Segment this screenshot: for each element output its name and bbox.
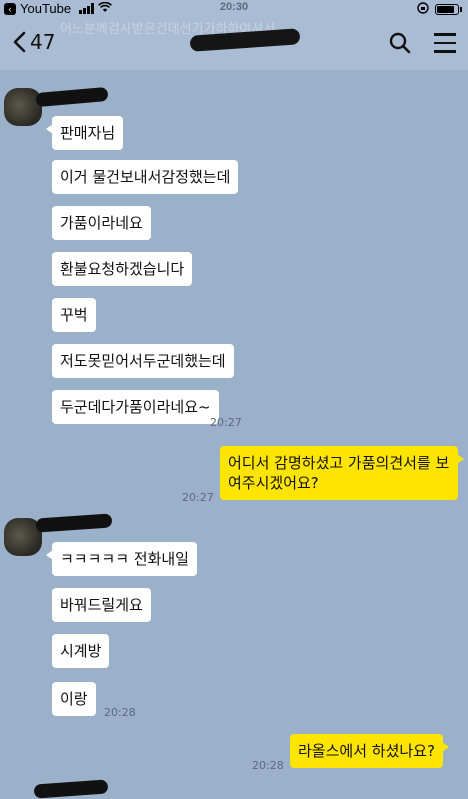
message-time: 20:27 <box>182 491 214 504</box>
my-message-bubble[interactable]: 어디서 감명하셨고 가품의견서를 보여주시겠어요? <box>220 446 464 500</box>
battery-nub <box>460 7 462 12</box>
message-bubble[interactable]: 가품이라네요 <box>52 206 151 240</box>
status-bar: ‹ YouTube 20:30 <box>0 0 468 18</box>
my-message-bubble[interactable]: 라올스에서 하셨나요? <box>290 734 449 768</box>
chevron-left-icon <box>13 31 26 53</box>
message-bubble[interactable]: 바꿔드릴게요 <box>52 588 151 622</box>
faded-header-text: 어느분께검사받은건데선기가하하여셔서 <box>60 22 276 36</box>
message-bubble[interactable]: 판매자님 <box>45 116 124 150</box>
battery-icon <box>435 4 459 15</box>
message-bubble[interactable]: 시계방 <box>52 634 110 668</box>
back-button[interactable]: 47 <box>12 30 55 54</box>
menu-icon-line <box>434 50 456 53</box>
message-bubble[interactable]: 이거 물건보내서감정했는데 <box>52 160 239 194</box>
unread-count: 47 <box>30 30 56 54</box>
search-button[interactable] <box>388 31 412 59</box>
chat-header: 어느분께검사받은건데선기가하하여셔서 47 <box>0 18 468 70</box>
message-bubble[interactable]: 저도못믿어서두군데했는데 <box>52 344 234 378</box>
sender-name-redacted <box>35 86 109 108</box>
status-time: 20:30 <box>219 1 249 13</box>
menu-icon-line <box>434 41 456 44</box>
message-bubble[interactable]: 이랑 <box>52 682 96 716</box>
search-icon <box>389 32 411 54</box>
message-time: 20:28 <box>104 706 136 719</box>
message-time: 20:27 <box>210 416 242 429</box>
message-bubble[interactable]: 꾸벅 <box>52 298 96 332</box>
message-bubble[interactable]: ㅋㅋㅋㅋㅋ 전화내일 <box>46 542 197 576</box>
message-time: 20:28 <box>252 759 284 772</box>
message-bubble[interactable]: 두군데다가품이라네요~ <box>52 390 219 424</box>
sender-avatar[interactable] <box>4 88 42 126</box>
sender-name-redacted <box>35 513 113 533</box>
menu-icon-line <box>434 33 456 36</box>
menu-button[interactable] <box>434 33 456 59</box>
orientation-lock-icon <box>417 2 429 17</box>
message-bubble[interactable]: 환불요청하겠습니다 <box>52 252 193 286</box>
sender-name-redacted <box>33 779 109 799</box>
status-right <box>417 2 462 17</box>
